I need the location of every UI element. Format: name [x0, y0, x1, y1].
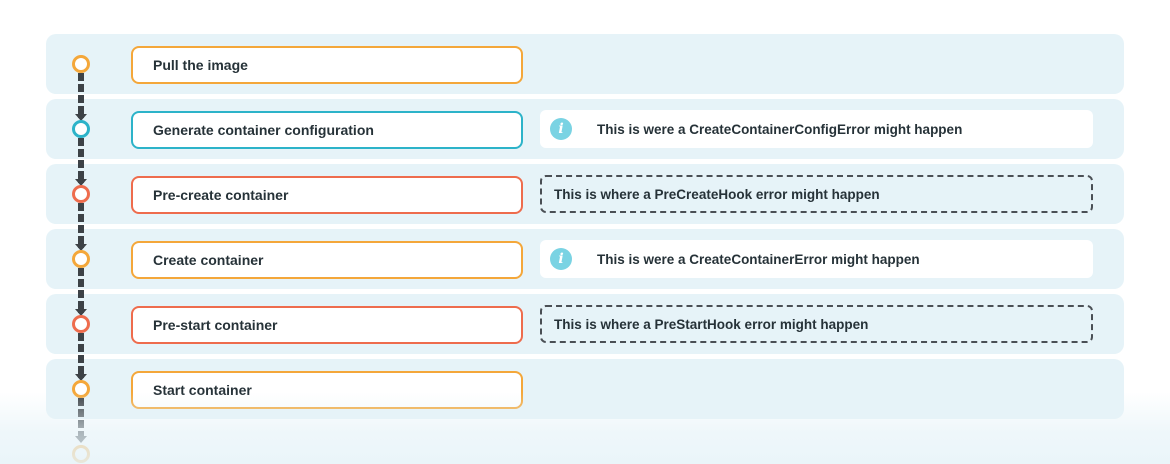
- step-pre-start: Pre-start container: [131, 306, 523, 344]
- container-lifecycle-diagram: Pull the image Generate container config…: [0, 0, 1170, 464]
- node-next: [72, 445, 90, 463]
- step-label: Pull the image: [153, 57, 248, 73]
- info-icon: i: [550, 118, 572, 140]
- connector-arrow-2-3: [75, 179, 87, 186]
- connector-arrow-5-6: [75, 374, 87, 381]
- note-precreate-hook: This is where a PreCreateHook error migh…: [540, 175, 1093, 213]
- info-icon: i: [550, 248, 572, 270]
- note-text: This is where a PreStartHook error might…: [554, 316, 869, 332]
- step-create: Create container: [131, 241, 523, 279]
- node-pre-start: [72, 315, 90, 333]
- connector-arrow-4-5: [75, 309, 87, 316]
- step-label: Generate container configuration: [153, 122, 374, 138]
- note-prestart-hook: This is where a PreStartHook error might…: [540, 305, 1093, 343]
- note-create-error: i This is were a CreateContainerError mi…: [540, 240, 1093, 278]
- step-label: Pre-create container: [153, 187, 289, 203]
- step-label: Start container: [153, 382, 252, 398]
- step-start: Start container: [131, 371, 523, 409]
- connector-arrow-6-next: [75, 436, 87, 443]
- node-create: [72, 250, 90, 268]
- node-start: [72, 380, 90, 398]
- connector-arrow-1-2: [75, 114, 87, 121]
- note-text: This is were a CreateContainerConfigErro…: [597, 121, 963, 137]
- connector-arrow-3-4: [75, 244, 87, 251]
- note-text: This is where a PreCreateHook error migh…: [554, 186, 880, 202]
- step-label: Create container: [153, 252, 264, 268]
- node-generate-config: [72, 120, 90, 138]
- node-pull-image: [72, 55, 90, 73]
- note-text: This is were a CreateContainerError migh…: [597, 251, 920, 267]
- step-generate-config: Generate container configuration: [131, 111, 523, 149]
- step-pull-image: Pull the image: [131, 46, 523, 84]
- step-pre-create: Pre-create container: [131, 176, 523, 214]
- node-pre-create: [72, 185, 90, 203]
- note-config-error: i This is were a CreateContainerConfigEr…: [540, 110, 1093, 148]
- step-label: Pre-start container: [153, 317, 278, 333]
